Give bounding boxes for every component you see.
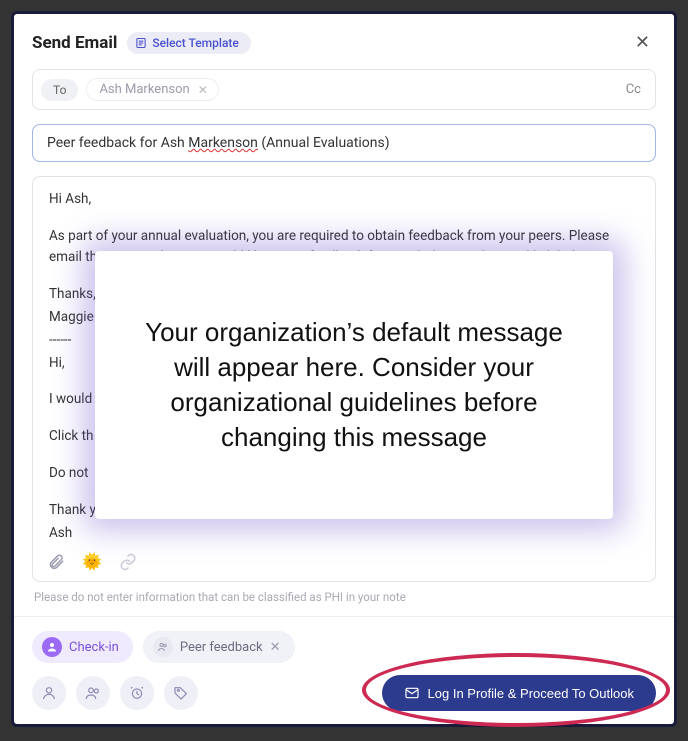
remove-peer-tag-button[interactable]: ✕	[270, 640, 281, 655]
tag-icon	[173, 685, 189, 701]
recipient-chip[interactable]: Ash Markenson ✕	[86, 78, 218, 101]
subject-input[interactable]: Peer feedback for Ash Markenson (Annual …	[32, 124, 656, 162]
send-email-modal: Send Email Select Template ✕ To Ash Mark…	[11, 11, 677, 727]
body-greeting: Hi Ash,	[49, 189, 639, 210]
clock-icon	[129, 685, 145, 701]
checkin-tag[interactable]: Check-in	[32, 631, 133, 663]
modal-title: Send Email	[32, 33, 117, 53]
select-template-button[interactable]: Select Template	[127, 32, 250, 54]
link-icon	[119, 553, 137, 571]
proceed-label: Log In Profile & Proceed To Outlook	[428, 686, 634, 701]
remove-recipient-button[interactable]: ✕	[198, 83, 208, 97]
body-close2: Ash	[49, 523, 639, 544]
recipient-name: Ash Markenson	[99, 82, 189, 97]
people-action-button[interactable]	[76, 676, 110, 710]
to-label: To	[41, 79, 78, 101]
subject-post: (Annual Evaluations)	[258, 135, 390, 151]
insert-link-button[interactable]	[119, 553, 137, 571]
close-icon: ✕	[635, 32, 650, 53]
footer-row: Log In Profile & Proceed To Outlook	[32, 675, 656, 711]
subject-pre: Peer feedback for Ash	[47, 135, 188, 151]
users-icon	[85, 685, 101, 701]
emoji-button[interactable]: 🌞	[83, 553, 101, 571]
template-icon	[135, 37, 147, 49]
people-icon	[153, 637, 173, 657]
paperclip-icon	[47, 553, 65, 571]
to-field[interactable]: To Ash Markenson ✕ Cc	[32, 69, 656, 110]
attach-file-button[interactable]	[47, 553, 65, 571]
header-row: Send Email Select Template ✕	[32, 30, 656, 55]
sun-icon: 🌞	[82, 550, 102, 575]
overlay-message: Your organization’s default message will…	[95, 251, 613, 519]
subject-spellcheck: Markenson	[188, 135, 258, 151]
person-icon	[42, 637, 62, 657]
phi-disclaimer: Please do not enter information that can…	[34, 590, 654, 604]
close-button[interactable]: ✕	[629, 30, 656, 55]
peer-feedback-tag[interactable]: Peer feedback ✕	[143, 631, 295, 663]
cc-button[interactable]: Cc	[626, 82, 641, 97]
checkin-label: Check-in	[69, 640, 119, 655]
tag-action-button[interactable]	[164, 676, 198, 710]
envelope-icon	[404, 685, 420, 701]
attachment-toolbar: 🌞	[47, 553, 137, 571]
email-body-editor[interactable]: Hi Ash, As part of your annual evaluatio…	[32, 176, 656, 582]
reminder-action-button[interactable]	[120, 676, 154, 710]
person-action-button[interactable]	[32, 676, 66, 710]
peer-label: Peer feedback	[180, 640, 263, 655]
select-template-label: Select Template	[152, 36, 238, 50]
user-icon	[41, 685, 57, 701]
proceed-to-outlook-button[interactable]: Log In Profile & Proceed To Outlook	[382, 675, 656, 711]
tag-row: Check-in Peer feedback ✕	[32, 631, 656, 663]
divider	[14, 616, 674, 617]
